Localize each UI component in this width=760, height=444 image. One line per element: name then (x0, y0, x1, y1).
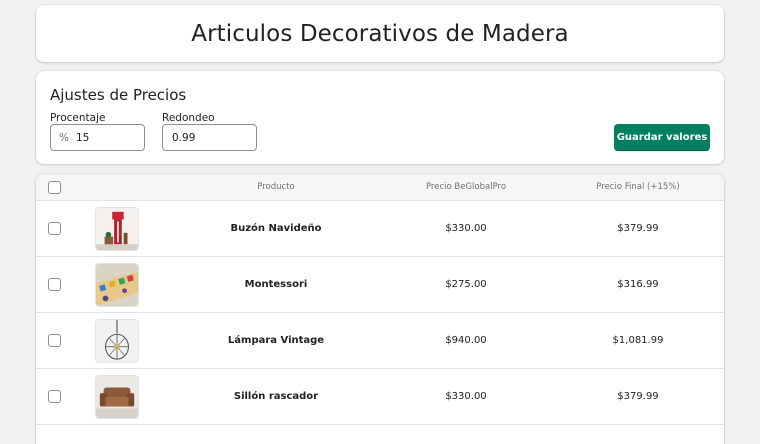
percentage-field-wrapper[interactable]: % (50, 124, 145, 151)
final-price: $316.99 (617, 279, 659, 290)
row-checkbox[interactable] (48, 222, 61, 235)
row-checkbox[interactable] (48, 334, 61, 347)
products-table: Producto Precio BeGlobalPro Precio Final… (36, 174, 724, 444)
final-price: $1,081.99 (612, 335, 664, 346)
final-price: $379.99 (617, 223, 659, 234)
page-title: Articulos Decorativos de Madera (191, 20, 569, 47)
title-card: Articulos Decorativos de Madera (36, 5, 724, 62)
row-checkbox[interactable] (48, 278, 61, 291)
table-row[interactable]: Lámpara Vintage $940.00 $1,081.99 (36, 313, 724, 369)
lamp-image (95, 319, 139, 363)
rounding-input[interactable] (172, 131, 232, 144)
table-row[interactable]: Buzón Navideño $330.00 $379.99 (36, 201, 724, 257)
price-settings-card: Ajustes de Precios Procentaje % Redondeo… (36, 71, 724, 164)
table-row[interactable]: Montessori $275.00 $316.99 (36, 257, 724, 313)
row-checkbox[interactable] (48, 390, 61, 403)
base-price: $330.00 (445, 391, 487, 402)
final-price: $379.99 (617, 391, 659, 402)
table-row[interactable]: Sillón rascador $330.00 $379.99 (36, 369, 724, 425)
base-price: $330.00 (445, 223, 487, 234)
product-name: Sillón rascador (233, 391, 319, 402)
table-header: Producto Precio BeGlobalPro Precio Final… (36, 174, 724, 201)
product-name: Lámpara Vintage (227, 335, 325, 346)
montessori-toy-image-graphic (96, 264, 138, 306)
product-name: Montessori (244, 279, 308, 290)
montessori-toy-image (95, 263, 139, 307)
mailbox-image (95, 207, 139, 251)
select-all-checkbox[interactable] (48, 181, 61, 194)
settings-title: Ajustes de Precios (50, 86, 187, 104)
column-header-final-price: Precio Final (+15%) (596, 182, 680, 192)
save-values-button[interactable]: Guardar valores (614, 124, 710, 151)
percent-prefix: % (59, 131, 69, 144)
column-header-base-price: Precio BeGlobalPro (425, 182, 507, 192)
rounding-label: Redondeo (162, 112, 215, 124)
lamp-image-graphic (96, 320, 138, 362)
mailbox-image-graphic (96, 208, 138, 250)
armchair-image-graphic (96, 376, 138, 418)
rounding-field-wrapper[interactable] (162, 124, 257, 151)
base-price: $940.00 (445, 335, 487, 346)
percentage-label: Procentaje (50, 112, 106, 124)
percentage-input[interactable] (75, 131, 136, 144)
base-price: $275.00 (445, 279, 487, 290)
product-name: Buzón Navideño (230, 223, 322, 234)
column-header-product: Producto (257, 182, 295, 192)
armchair-image (95, 375, 139, 419)
